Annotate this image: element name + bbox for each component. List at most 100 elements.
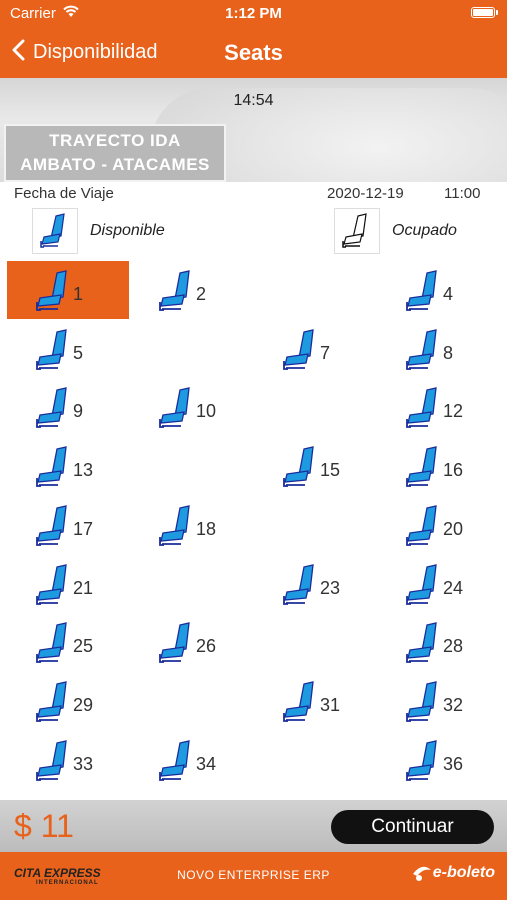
- seat-9[interactable]: 9: [7, 378, 129, 436]
- seat-number: 7: [320, 343, 331, 363]
- navigation-bar: Disponibilidad Seats: [0, 28, 507, 78]
- seat-number: 8: [443, 343, 454, 363]
- legend-available: Disponible: [32, 208, 165, 254]
- seat-number: 26: [196, 636, 217, 656]
- legend-occupied-label: Ocupado: [392, 222, 457, 239]
- seat-17[interactable]: 17: [7, 496, 129, 554]
- seat-icon: [159, 622, 190, 663]
- seat-icon: [283, 564, 314, 605]
- seat-21[interactable]: 21: [7, 555, 129, 613]
- travel-date-label: Fecha de Viaje: [14, 185, 114, 202]
- chevron-left-icon: [12, 39, 25, 66]
- clock-label: 14:54: [233, 92, 274, 109]
- seat-number: 29: [73, 695, 94, 715]
- footer: CITA EXPRESS INTERNACIONAL NOVO ENTERPRI…: [0, 852, 507, 900]
- seat-number: 12: [443, 401, 464, 421]
- seat-16[interactable]: 16: [377, 437, 499, 495]
- seat-icon: [406, 564, 437, 605]
- total-price: $ 11: [14, 808, 74, 844]
- seat-icon: [36, 270, 67, 311]
- seat-15[interactable]: 15: [254, 437, 376, 495]
- seat-icon: [406, 681, 437, 722]
- seat-icon: [283, 681, 314, 722]
- seat-number: 21: [73, 578, 94, 598]
- seat-number: 20: [443, 519, 464, 539]
- eboleto-logo: e-boleto: [411, 864, 495, 882]
- seat-33[interactable]: 33: [7, 731, 129, 789]
- seat-34[interactable]: 34: [130, 731, 252, 789]
- seat-28[interactable]: 28: [377, 613, 499, 671]
- travel-time: 11:00: [444, 185, 481, 202]
- route-direction: TRAYECTO IDA: [49, 131, 181, 150]
- seat-icon: [36, 564, 67, 605]
- seat-icon: [36, 446, 67, 487]
- seat-icon: [36, 387, 67, 428]
- seat-icon: [406, 329, 437, 370]
- seat-number: 36: [443, 754, 464, 774]
- seat-number: 4: [443, 284, 454, 304]
- seat-18[interactable]: 18: [130, 496, 252, 554]
- seat-5[interactable]: 5: [7, 320, 129, 378]
- back-button[interactable]: Disponibilidad: [12, 39, 158, 66]
- seat-number: 1: [73, 284, 84, 304]
- seat-2[interactable]: 2: [130, 261, 252, 319]
- travel-date: 2020-12-19: [327, 185, 404, 202]
- battery-icon: [471, 7, 498, 18]
- seat-25[interactable]: 25: [7, 613, 129, 671]
- seat-4[interactable]: 4: [377, 261, 499, 319]
- seat-1[interactable]: 1: [7, 261, 129, 319]
- seat-31[interactable]: 31: [254, 672, 376, 730]
- seat-icon: [159, 505, 190, 546]
- seat-20[interactable]: 20: [377, 496, 499, 554]
- seat-icon: [159, 740, 190, 781]
- seat-number: 24: [443, 578, 464, 598]
- seat-13[interactable]: 13: [7, 437, 129, 495]
- seat-icon: [36, 505, 67, 546]
- seat-icon: [406, 740, 437, 781]
- seat-23[interactable]: 23: [254, 555, 376, 613]
- seat-36[interactable]: 36: [377, 731, 499, 789]
- seat-number: 2: [196, 284, 207, 304]
- seat-number: 25: [73, 636, 94, 656]
- seat-number: 13: [73, 460, 94, 480]
- seat-occupied-icon: [334, 208, 380, 254]
- seat-number: 33: [73, 754, 94, 774]
- seat-icon: [36, 622, 67, 663]
- seat-number: 31: [320, 695, 341, 715]
- seat-icon: [406, 505, 437, 546]
- seat-number: 34: [196, 754, 217, 774]
- status-time: 1:12 PM: [225, 5, 282, 22]
- continue-button[interactable]: Continuar: [331, 810, 494, 844]
- hero-banner: 14:54 TRAYECTO IDA AMBATO - ATACAMES: [0, 78, 507, 182]
- seat-icon: [283, 329, 314, 370]
- bottom-bar: $ 11 Continuar: [0, 800, 507, 852]
- seat-7[interactable]: 7: [254, 320, 376, 378]
- seat-available-icon: [32, 208, 78, 254]
- seat-number: 15: [320, 460, 341, 480]
- seat-29[interactable]: 29: [7, 672, 129, 730]
- seat-icon: [36, 681, 67, 722]
- seat-icon: [406, 387, 437, 428]
- seat-12[interactable]: 12: [377, 378, 499, 436]
- seat-number: 17: [73, 519, 94, 539]
- seat-24[interactable]: 24: [377, 555, 499, 613]
- seat-number: 9: [73, 401, 84, 421]
- route-name: AMBATO - ATACAMES: [20, 155, 210, 174]
- seat-10[interactable]: 10: [130, 378, 252, 436]
- legend-available-label: Disponible: [90, 222, 165, 239]
- seat-26[interactable]: 26: [130, 613, 252, 671]
- status-bar: Carrier 1:12 PM: [0, 0, 507, 28]
- seat-icon: [36, 740, 67, 781]
- seat-number: 28: [443, 636, 464, 656]
- seat-icon: [406, 270, 437, 311]
- seat-icon: [283, 446, 314, 487]
- seat-32[interactable]: 32: [377, 672, 499, 730]
- seat-number: 16: [443, 460, 464, 480]
- seat-number: 10: [196, 401, 217, 421]
- seat-number: 32: [443, 695, 464, 715]
- seat-number: 23: [320, 578, 341, 598]
- seat-number: 18: [196, 519, 217, 539]
- seat-8[interactable]: 8: [377, 320, 499, 378]
- route-box: TRAYECTO IDA AMBATO - ATACAMES: [4, 124, 226, 182]
- seat-icon: [406, 446, 437, 487]
